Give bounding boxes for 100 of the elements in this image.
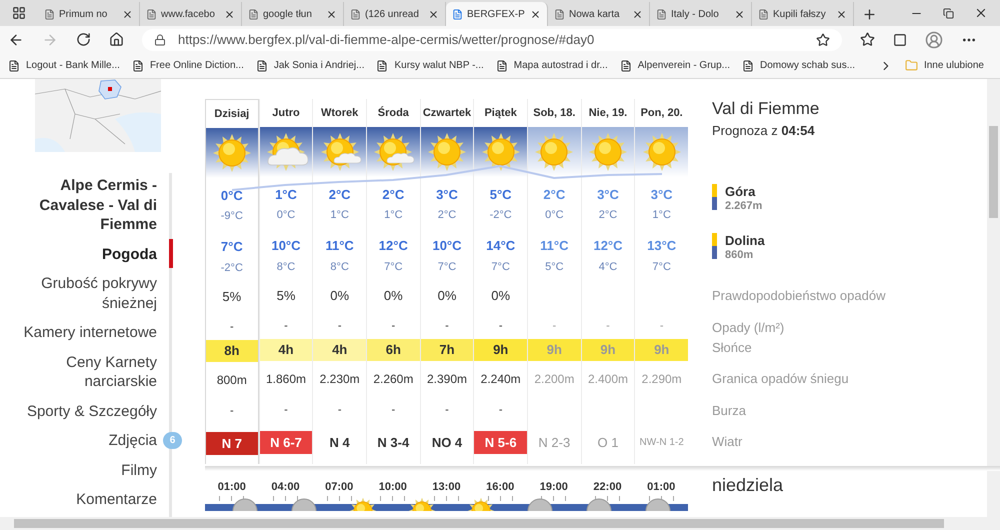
page-icon [554,8,565,20]
row-label: Opady (l/m²) [712,319,786,337]
moon-icon [526,497,554,511]
favorite-icon[interactable] [816,32,830,46]
vertical-scrollbar[interactable] [987,79,1000,530]
sunshine-hours: 9h [528,339,581,361]
temperature: 2°C [438,208,456,224]
favorites-icon[interactable] [860,32,875,47]
snow-line: 2.230m [320,370,360,388]
snow-line: 2.240m [480,370,521,388]
row-label: Burza [712,402,747,420]
bookmark[interactable]: Alpenverein - Grup... [620,58,730,73]
moon-icon [230,497,259,511]
browser-tab[interactable]: BERGFEX-P [446,2,548,26]
wind: N 6-7 [260,431,312,454]
count-badge: 6 [163,432,182,449]
snow-line: 2.200m [534,370,574,388]
nav-link[interactable]: Ceny Karnety narciarskie [17,352,157,392]
altitude: 2.267m [725,200,762,213]
page-icon [758,8,769,20]
page-icon [656,8,667,20]
sunshine-hours: 9h [582,339,634,361]
new-tab-icon[interactable] [862,6,876,22]
temperature: 1°C [330,208,349,224]
precipitation-probability: 0% [438,286,456,305]
hour-label: 19:00 [540,480,568,494]
temperature: 7°C [491,260,510,275]
nav-link[interactable]: Filmy [121,460,157,480]
altitude: 860m [725,249,754,262]
precipitation: - [391,319,396,334]
temperature: -2°C [220,260,243,276]
day-tab[interactable]: Dzisiaj [206,100,258,128]
thunderstorm: - [338,402,342,418]
tab-actions-icon[interactable] [12,6,26,20]
sunshine-hours: 6h [367,339,420,361]
precipitation-probability: 0% [330,286,350,305]
temperature: 5°C [490,186,512,204]
close-icon[interactable] [326,8,337,20]
altitude-marker-icon [712,233,717,259]
level-name: Góra [725,184,756,200]
sunshine-hours: 8h [206,340,258,362]
close-icon[interactable] [974,6,988,20]
temperature: 7°C [220,238,243,256]
folder-icon [904,59,918,72]
bookmark[interactable]: Logout - Bank Mille... [8,58,120,73]
tab-title: Kupili fałszy [773,8,827,22]
page-icon [376,60,388,72]
temperature: 7°C [652,260,671,275]
resort-name: Alpe Cermis - Cavalese - Val di Fiemme [38,176,157,234]
page-icon [452,8,463,20]
bookmark-folder[interactable]: Inne ulubione [904,58,992,73]
precipitation-probability: 0% [384,286,403,305]
nav-link[interactable]: Komentarze [76,490,157,510]
collections-icon[interactable] [893,32,907,46]
temperature: 8°C [330,260,349,275]
sunshine-hours: 9h [635,339,688,361]
thunderstorm: - [445,402,449,418]
close-icon[interactable] [428,8,439,20]
temperature: 13°C [647,237,676,256]
close-icon[interactable] [530,8,541,20]
close-icon[interactable] [734,8,745,20]
row-label: Słońce [712,339,753,357]
temperature: 1°C [652,208,671,224]
bookmark[interactable]: Domowy schab sus... [742,58,856,73]
bookmark[interactable]: Jak Sonia i Andriej... [256,58,364,73]
temperature: -2°C [490,208,512,224]
page-icon [248,8,259,20]
nav-link[interactable]: Kamery internetowe [24,323,157,342]
temperature: 4°C [598,260,618,275]
close-icon[interactable] [224,8,235,20]
bookmark[interactable]: Mapa autostrad i dr... [496,58,608,73]
bookmark[interactable]: Free Online Diction... [132,58,244,73]
tab-title: google tłun [263,8,313,22]
temperature: 2°C [598,208,618,224]
wind: NO 4 [430,434,464,452]
moon-icon [644,497,672,511]
restore-icon[interactable] [943,8,954,18]
nav-link[interactable]: Grubość pokrywy śnieżnej [17,274,157,313]
nav-link[interactable]: Pogoda [102,244,157,264]
temperature: -9°C [220,209,243,224]
temperature: 11°C [325,237,354,256]
level-name: Dolina [725,233,765,249]
close-icon[interactable] [632,8,643,20]
reload-icon[interactable] [76,32,91,47]
precipitation-probability: 5% [222,288,242,306]
hour-label: 10:00 [378,480,407,494]
close-icon[interactable] [122,8,133,20]
bookmark[interactable]: Kursy walut NBP -... [376,58,484,73]
nav-link[interactable]: Sporty & Szczegóły [26,402,157,421]
horizontal-scrollbar[interactable] [0,517,987,530]
address-field[interactable]: https://www.bergfex.pl/val-di-fiemme-alpe-cermis/wetter/prognose/#day0 [142,28,842,50]
close-icon[interactable] [836,8,847,20]
temperature: 0°C [220,186,243,205]
profile-icon[interactable] [925,30,943,48]
row-label: Granica opadów śniegu [712,370,850,388]
moon-icon [290,497,318,511]
back-icon[interactable] [8,32,24,48]
precipitation: - [498,319,502,334]
nav-link[interactable]: Zdjęcia [108,431,157,450]
home-icon[interactable] [109,32,124,47]
